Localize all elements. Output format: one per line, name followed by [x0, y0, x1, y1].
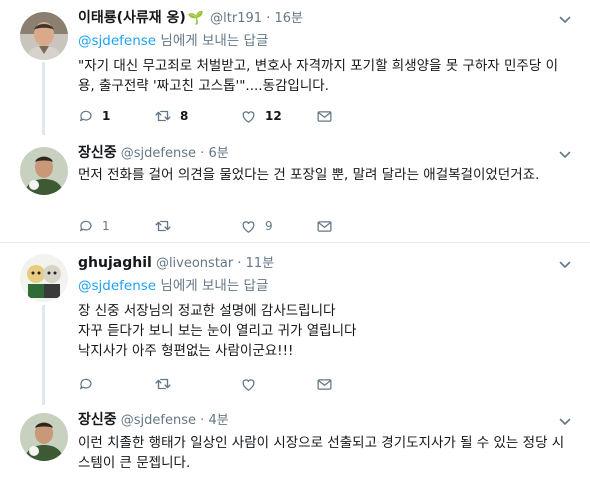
retweet-button[interactable] — [154, 216, 172, 236]
dm-button[interactable] — [316, 374, 333, 394]
chevron-down-icon[interactable] — [558, 13, 572, 27]
avatar[interactable] — [20, 147, 68, 195]
heart-icon — [240, 108, 257, 125]
thread-line — [42, 305, 45, 405]
reply-suffix: 님에게 보내는 답글 — [156, 278, 269, 294]
avatar[interactable] — [20, 254, 68, 302]
tweet-2[interactable]: 장신중 @sjdefense · 6분 먼저 전화를 걸어 의견을 물었다는 건… — [0, 135, 590, 242]
tweet-text: 이런 치졸한 행태가 일상인 사람이 시장으로 선출되고 경기도지사가 될 수 … — [78, 435, 565, 471]
display-name[interactable]: 이태룡(사류재 옹) — [78, 10, 186, 26]
retweet-button[interactable]: 8 — [154, 106, 188, 126]
reply-count: 1 — [102, 219, 110, 233]
avatar[interactable] — [20, 12, 68, 60]
like-count: 12 — [265, 109, 282, 123]
tweet-text: 장 신중 서장님의 정교한 설명에 감사드립니다 자꾸 듣다가 보니 보는 눈이… — [78, 303, 357, 359]
user-handle[interactable]: @sjdefense — [121, 413, 196, 428]
display-name[interactable]: 장신중 — [78, 145, 117, 161]
reply-icon — [78, 218, 94, 234]
reply-suffix: 님에게 보내는 답글 — [156, 33, 269, 49]
dm-button[interactable] — [316, 216, 333, 236]
chevron-down-icon[interactable] — [558, 258, 572, 272]
retweet-count: 8 — [180, 109, 189, 123]
retweet-button[interactable] — [154, 374, 172, 394]
like-count: 9 — [265, 219, 273, 233]
reply-button[interactable]: 1 — [78, 216, 110, 236]
thread-line — [42, 62, 45, 135]
reply-to: @sjdefense 님에게 보내는 답글 — [78, 276, 268, 296]
envelope-icon — [316, 108, 333, 125]
reply-icon — [78, 376, 94, 392]
reply-button[interactable]: 1 — [78, 106, 110, 126]
tweet-header: 장신중 @sjdefense · 4분 — [78, 410, 229, 430]
envelope-icon — [316, 218, 333, 235]
timestamp[interactable]: 11분 — [246, 256, 275, 271]
envelope-icon — [316, 376, 333, 393]
user-handle[interactable]: @liveonstar — [156, 256, 233, 271]
timestamp[interactable]: 16분 — [274, 11, 303, 26]
display-name[interactable]: 장신중 — [78, 412, 117, 428]
tweet-text: "자기 대신 무고죄로 처벌받고, 변호사 자격까지 포기할 희생양을 못 구하… — [78, 58, 558, 94]
tweet-3[interactable]: ghujaghil @liveonstar · 11분 @sjdefense 님… — [0, 243, 590, 405]
tweet-text: 먼저 전화를 걸어 의견을 물었다는 건 포장일 뿐, 말려 달라는 애걸복걸이… — [78, 167, 540, 183]
reply-to: @sjdefense 님에게 보내는 답글 — [78, 31, 268, 51]
retweet-icon — [154, 107, 172, 125]
sprout-icon: 🌱 — [187, 11, 205, 26]
reply-icon — [78, 108, 94, 124]
chevron-down-icon[interactable] — [558, 148, 572, 162]
tweet-header: ghujaghil @liveonstar · 11분 — [78, 253, 274, 273]
display-name[interactable]: ghujaghil — [78, 255, 152, 271]
heart-icon — [240, 218, 257, 235]
reply-mention[interactable]: @sjdefense — [78, 278, 156, 294]
tweet-header: 장신중 @sjdefense · 6분 — [78, 143, 229, 163]
separator: · — [200, 413, 205, 428]
tweet-header: 이태룡(사류재 옹) 🌱 @ltr191 · 16분 — [78, 8, 303, 28]
tweet-1[interactable]: 이태룡(사류재 옹) 🌱 @ltr191 · 16분 @sjdefense 님에게… — [0, 0, 590, 135]
dm-button[interactable] — [316, 106, 333, 126]
avatar[interactable] — [20, 413, 68, 461]
reply-button[interactable] — [78, 374, 94, 394]
like-button[interactable]: 9 — [240, 216, 273, 236]
timestamp[interactable]: 4분 — [208, 413, 228, 428]
separator: · — [266, 11, 271, 26]
separator: · — [200, 146, 205, 161]
separator: · — [237, 256, 242, 271]
reply-mention[interactable]: @sjdefense — [78, 33, 156, 49]
heart-icon — [240, 376, 257, 393]
like-button[interactable]: 12 — [240, 106, 282, 126]
user-handle[interactable]: @ltr191 — [210, 11, 262, 26]
tweet-4[interactable]: 장신중 @sjdefense · 4분 이런 치졸한 행태가 일상인 사람이 시… — [0, 405, 590, 479]
chevron-down-icon[interactable] — [558, 415, 572, 429]
user-handle[interactable]: @sjdefense — [121, 146, 196, 161]
retweet-icon — [154, 375, 172, 393]
retweet-icon — [154, 217, 172, 235]
reply-count: 1 — [102, 109, 111, 123]
like-button[interactable] — [240, 374, 257, 394]
timestamp[interactable]: 6분 — [208, 146, 228, 161]
